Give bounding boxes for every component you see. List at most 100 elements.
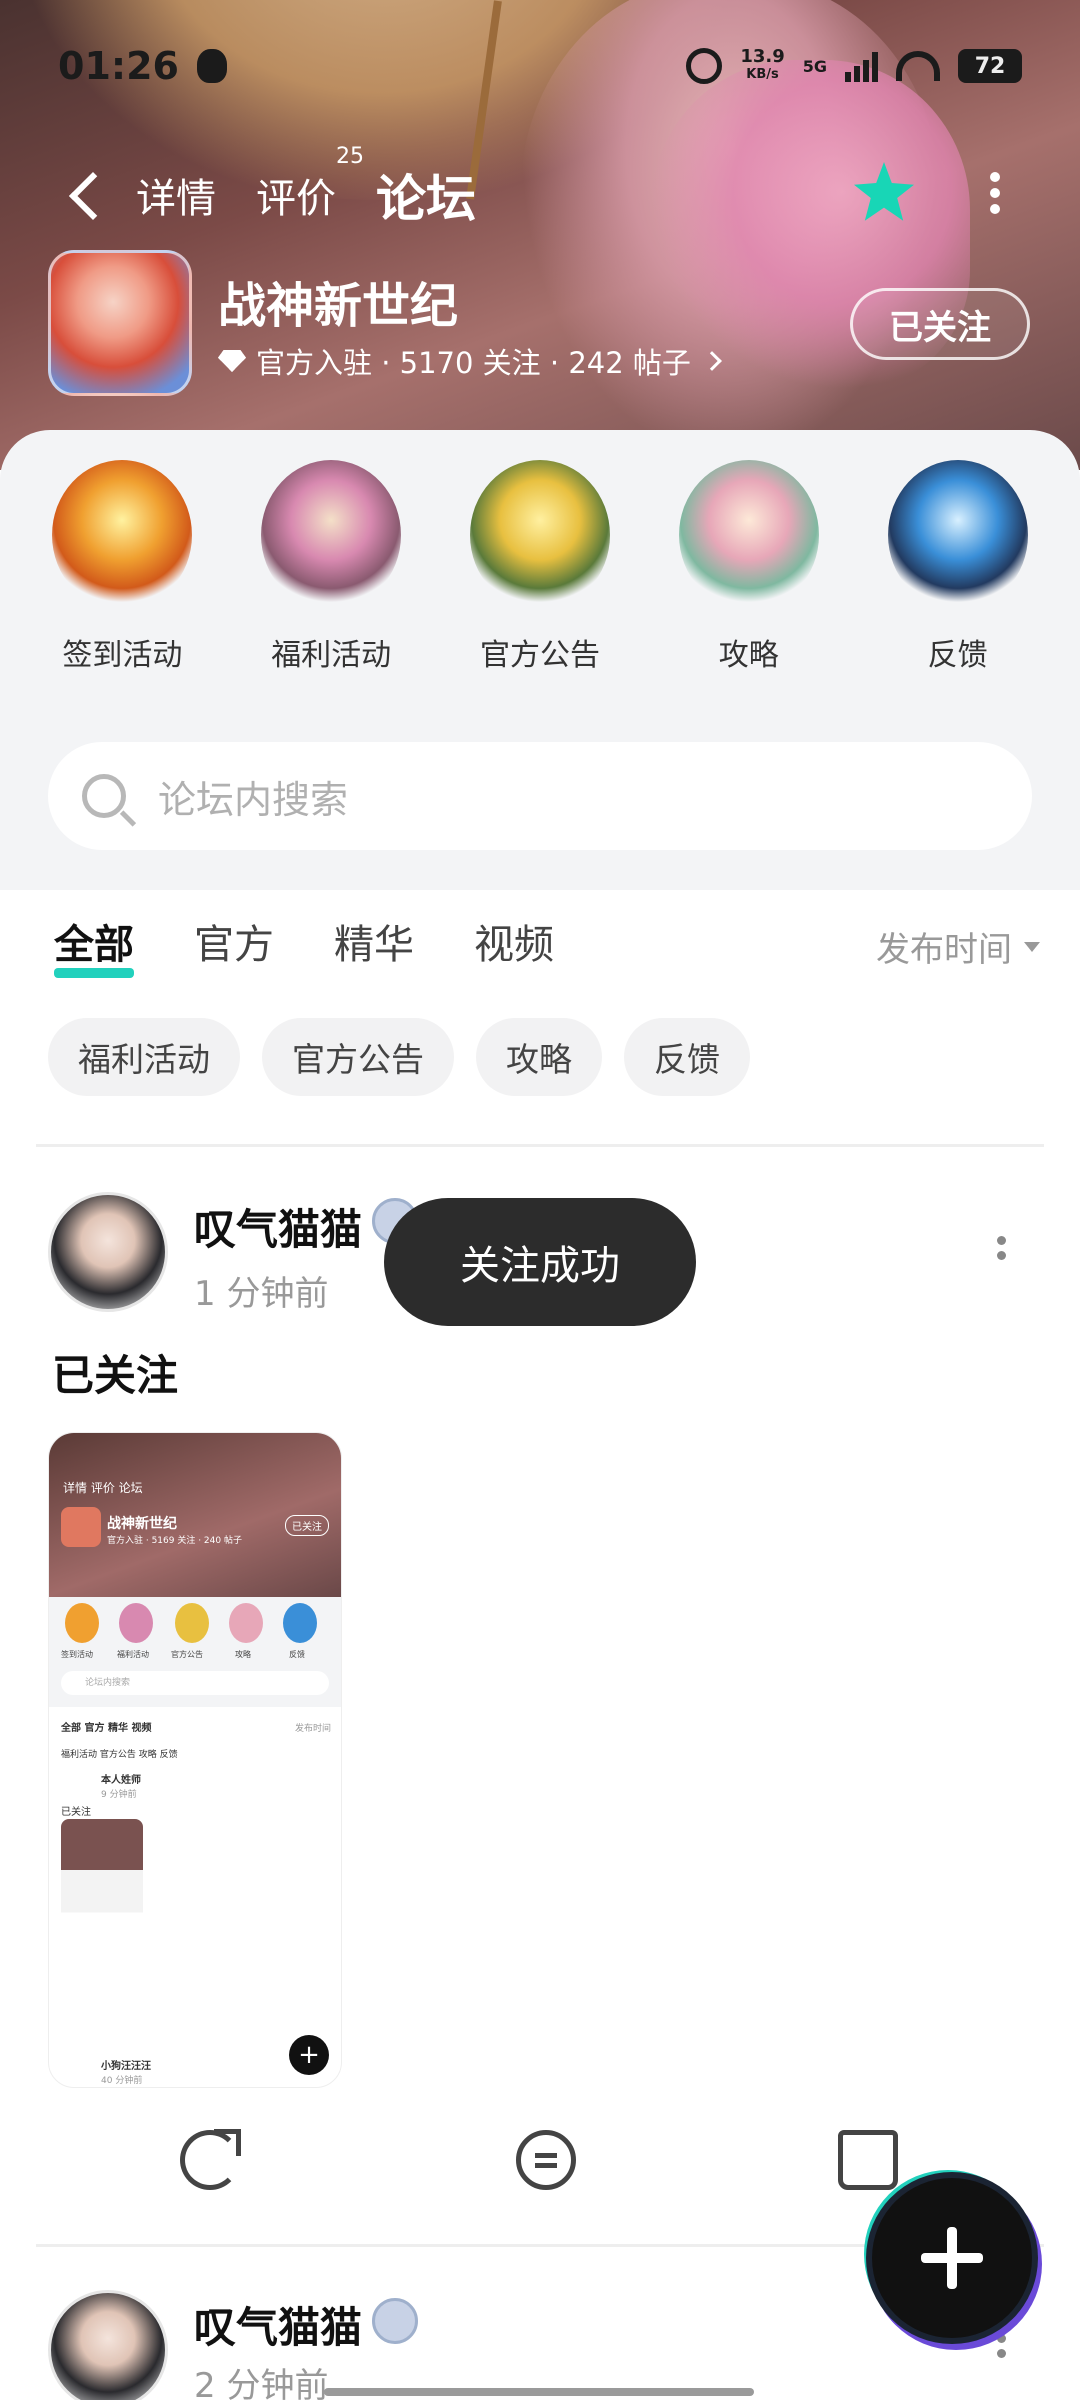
shot-author: 本人姓师 [101, 1775, 141, 1786]
category-label: 签到活动 [62, 638, 183, 673]
forum-sheet: 签到活动 福利活动 官方公告 攻略 反馈 论坛内搜索 [0, 430, 1080, 890]
shot-ftabs: 全部 官方 精华 视频 [61, 1723, 152, 1734]
alarm-icon [686, 48, 723, 84]
sort-label: 发布时间 [876, 930, 1012, 970]
forum-search-input[interactable]: 论坛内搜索 [48, 742, 1032, 850]
net-speed-unit: KB/s [746, 67, 779, 82]
category-feedback[interactable]: 反馈 [858, 460, 1058, 674]
signal-icon [845, 50, 878, 82]
diamond-icon [218, 350, 246, 372]
category-label: 官方公告 [479, 638, 600, 673]
shot-next-time: 40 分钟前 [101, 2076, 143, 2086]
chip-guide[interactable]: 攻略 [476, 1018, 602, 1096]
filter-tab-all[interactable]: 全部 [54, 912, 134, 978]
filter-tabs: 全部 官方 精华 视频 [54, 912, 554, 978]
game-icon[interactable] [48, 250, 192, 396]
battery-icon: 72 [958, 49, 1022, 83]
like-icon[interactable] [838, 2130, 898, 2190]
game-meta[interactable]: 官方入驻 · 5170 关注 · 242 帖子 [218, 340, 722, 382]
announcement-art [469, 460, 610, 610]
tab-forum[interactable]: 论坛 [372, 159, 480, 231]
avatar[interactable] [48, 1192, 168, 1312]
filter-tab-official[interactable]: 官方 [194, 912, 274, 970]
toast-message: 关注成功 [384, 1198, 696, 1326]
shot-sort: 发布时间 [294, 1724, 331, 1734]
share-icon[interactable] [180, 2129, 241, 2190]
post-time: 1 分钟前 [194, 1274, 329, 1314]
feedback-art [887, 460, 1028, 610]
game-title: 战神新世纪 [218, 278, 459, 334]
shot-cat-label: 攻略 [235, 1650, 251, 1659]
chip-feedback[interactable]: 反馈 [624, 1018, 750, 1096]
welfare-art [261, 460, 402, 610]
post-author[interactable]: 叹气猫猫 [194, 2294, 362, 2355]
category-label: 福利活动 [271, 638, 392, 673]
filter-tab-video[interactable]: 视频 [474, 912, 554, 970]
back-icon[interactable] [66, 175, 106, 215]
checkin-art [52, 460, 193, 610]
category-label: 攻略 [718, 638, 779, 673]
shot-categories: 签到活动 福利活动 官方公告 攻略 反馈 论坛内搜索 [49, 1597, 341, 1707]
shot-chips: 福利活动 官方公告 攻略 反馈 [61, 1750, 178, 1760]
comment-icon[interactable] [516, 2130, 576, 2190]
category-label: 反馈 [927, 638, 988, 673]
shot-nested-image [61, 1819, 143, 1989]
home-indicator[interactable] [324, 2388, 754, 2396]
post-more-icon[interactable] [997, 2334, 1007, 2364]
post-more-icon[interactable] [997, 1236, 1007, 1266]
avatar[interactable] [48, 2290, 168, 2400]
wifi-icon [896, 51, 940, 81]
shot-tabs: 详情 评价 论坛 [63, 1481, 143, 1495]
follow-button[interactable]: 已关注 [850, 288, 1030, 360]
search-icon [82, 774, 126, 818]
shot-cat-art [283, 1603, 317, 1643]
qq-icon [196, 49, 227, 83]
net-speed-value: 13.9 [740, 46, 785, 67]
shot-time: 9 分钟前 [101, 1790, 137, 1800]
filter-tab-featured[interactable]: 精华 [334, 912, 414, 970]
chevron-right-icon [702, 351, 722, 371]
shot-game-icon [61, 1507, 101, 1547]
shot-content: 已关注 [61, 1807, 91, 1818]
net-speed: 13.9 KB/s [740, 48, 784, 84]
sort-dropdown[interactable]: 发布时间 [876, 922, 1040, 971]
category-row: 签到活动 福利活动 官方公告 攻略 反馈 [0, 460, 1080, 674]
status-bar: 01:26 13.9 KB/s 5G 72 [58, 38, 1022, 94]
create-post-button[interactable] [872, 2178, 1032, 2338]
shot-cat-label: 福利活动 [117, 1650, 149, 1659]
tab-reviews-count: 25 [336, 144, 364, 169]
post-image[interactable]: 详情 评价 论坛 战神新世纪 官方入驻 · 5169 关注 · 240 帖子 已… [48, 1432, 342, 2088]
shot-header: 详情 评价 论坛 战神新世纪 官方入驻 · 5169 关注 · 240 帖子 已… [49, 1433, 341, 1597]
chip-announcement[interactable]: 官方公告 [262, 1018, 454, 1096]
network-type: 5G [802, 56, 827, 76]
post-time: 2 分钟前 [194, 2366, 329, 2400]
tab-reviews-label: 评价 [256, 176, 336, 222]
post-content: 已关注 [52, 1351, 179, 1400]
tab-details[interactable]: 详情 [136, 166, 216, 224]
shot-cat-art [175, 1603, 209, 1643]
caret-down-icon [1024, 941, 1040, 952]
shot-cat-art [119, 1603, 153, 1643]
top-nav: 详情 评价 25 论坛 [0, 144, 1080, 240]
shot-follow: 已关注 [285, 1515, 329, 1536]
shot-cat-label: 官方公告 [171, 1650, 203, 1659]
verified-badge-icon [372, 2298, 418, 2344]
divider [36, 1144, 1044, 1147]
plus-icon [921, 2227, 983, 2289]
shot-cat-art [65, 1603, 99, 1643]
shot-search: 论坛内搜索 [61, 1671, 329, 1695]
tab-reviews[interactable]: 评价 25 [256, 144, 364, 224]
more-vertical-icon[interactable] [990, 172, 1000, 214]
shot-game-name: 战神新世纪 [107, 1516, 177, 1532]
status-time: 01:26 [58, 44, 179, 88]
category-checkin[interactable]: 签到活动 [22, 460, 222, 674]
category-welfare[interactable]: 福利活动 [231, 460, 431, 674]
game-meta-text: 官方入驻 · 5170 关注 · 242 帖子 [256, 346, 691, 380]
chip-welfare[interactable]: 福利活动 [48, 1018, 240, 1096]
shot-cat-label: 反馈 [289, 1650, 305, 1659]
guide-art [678, 460, 819, 610]
category-announcement[interactable]: 官方公告 [440, 460, 640, 674]
category-guide[interactable]: 攻略 [649, 460, 849, 674]
search-placeholder: 论坛内搜索 [158, 777, 349, 822]
post-author[interactable]: 叹气猫猫 [194, 1196, 362, 1257]
